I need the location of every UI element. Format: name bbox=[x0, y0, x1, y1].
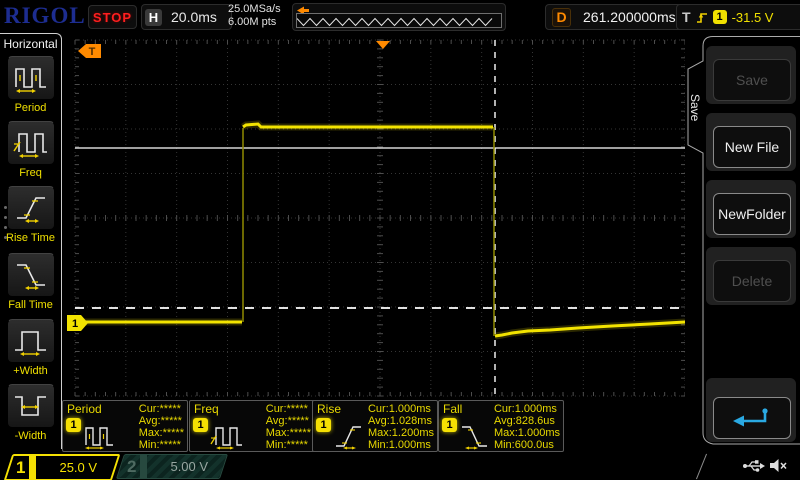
trigger-delay-value: 261.200000ms bbox=[583, 9, 676, 25]
softkey-slot: NewFolder bbox=[706, 180, 796, 238]
svg-text:T: T bbox=[89, 46, 96, 58]
sidebar-item-label: Rise Time bbox=[0, 232, 61, 244]
run-state-label: STOP bbox=[93, 10, 132, 25]
channel1-scale: 25.0 V bbox=[59, 460, 105, 475]
preview-waveform-strip bbox=[296, 13, 502, 28]
measurement-name: Fall bbox=[443, 402, 462, 416]
channel2-tab[interactable]: 2 5.00 V bbox=[116, 454, 228, 479]
waveform-display: TT1 bbox=[62, 33, 702, 450]
sidebar-item-label: Fall Time bbox=[0, 299, 61, 311]
speaker-muted-icon[interactable] bbox=[768, 457, 788, 474]
measurement-cell-rise[interactable]: Rise 1 Cur:1.000ms Avg:1.028ms Max:1.200… bbox=[312, 400, 438, 452]
trigger-badge: T bbox=[682, 9, 691, 25]
measurement-source-badge: 1 bbox=[66, 418, 81, 432]
sidebar-item-fall-time[interactable]: Fall Time bbox=[0, 253, 61, 311]
run-state-indicator: STOP bbox=[88, 5, 137, 29]
trigger-info-box[interactable]: T 1 -31.5 V bbox=[676, 4, 800, 30]
new-folder-button[interactable]: NewFolder bbox=[713, 193, 791, 235]
delay-badge: D bbox=[552, 8, 571, 27]
measurement-stats: Cur:1.000ms Avg:1.028ms Max:1.200ms Min:… bbox=[368, 403, 434, 451]
sidebar-item-label: -Width bbox=[0, 430, 61, 442]
softkey-slot: Delete bbox=[706, 247, 796, 305]
measurement-name: Freq bbox=[194, 402, 219, 416]
softkey-slot: Save bbox=[706, 46, 796, 104]
trigger-delay-marker bbox=[376, 41, 390, 49]
sidebar-item-label: +Width bbox=[0, 365, 61, 377]
neg-width-icon bbox=[13, 390, 49, 422]
channel2-number: 2 bbox=[121, 457, 140, 477]
period-icon bbox=[13, 62, 49, 94]
measurement-stats: Cur:***** Avg:***** Max:***** Min:***** bbox=[139, 403, 184, 451]
delete-button[interactable]: Delete bbox=[713, 260, 791, 302]
measurement-stats: Cur:1.000ms Avg:828.6us Max:1.000ms Min:… bbox=[494, 403, 560, 451]
sidebar-item-period[interactable]: Period bbox=[0, 56, 61, 114]
trigger-source-badge: 1 bbox=[713, 10, 727, 24]
rigol-logo: RIGOL bbox=[4, 3, 86, 29]
trigger-level-value: -31.5 V bbox=[732, 10, 774, 25]
fall-time-icon bbox=[459, 422, 493, 450]
rise-time-icon bbox=[333, 422, 367, 450]
sidebar-item-label: Freq bbox=[0, 167, 61, 179]
waveform-preview-box[interactable] bbox=[292, 3, 506, 31]
timebase-value: 20.0ms bbox=[171, 9, 217, 25]
softkey-slot bbox=[706, 378, 796, 442]
status-divider bbox=[696, 454, 707, 479]
rising-edge-icon bbox=[696, 11, 708, 24]
measurement-stats: Cur:***** Avg:***** Max:***** Min:***** bbox=[266, 403, 311, 451]
pos-width-icon bbox=[13, 325, 49, 357]
period-icon bbox=[83, 422, 117, 450]
channel2-scale: 5.00 V bbox=[170, 459, 216, 474]
measurement-cell-freq[interactable]: Freq 1 Cur:***** Avg:***** Max:***** Min… bbox=[189, 400, 315, 452]
measurement-cell-fall[interactable]: Fall 1 Cur:1.000ms Avg:828.6us Max:1.000… bbox=[438, 400, 564, 452]
sidebar-item-rise-time[interactable]: Rise Time bbox=[0, 186, 61, 244]
measurement-source-badge: 1 bbox=[193, 418, 208, 432]
sidebar-item-freq[interactable]: Freq bbox=[0, 121, 61, 179]
measure-category-title: Horizontal bbox=[0, 34, 61, 51]
freq-icon bbox=[210, 422, 244, 450]
measurement-name: Rise bbox=[317, 402, 341, 416]
new-file-button[interactable]: New File bbox=[713, 126, 791, 168]
channel1-level-marker: 1 bbox=[67, 315, 88, 331]
menu-page-indicator bbox=[4, 199, 7, 246]
horizontal-badge: H bbox=[145, 9, 162, 26]
sidebar-item-pos-width[interactable]: +Width bbox=[0, 319, 61, 377]
tab-divider bbox=[29, 456, 36, 479]
save-button[interactable]: Save bbox=[713, 59, 791, 101]
return-arrow-icon bbox=[730, 406, 774, 430]
save-menu-panel: Save Save New File NewFolder Delete bbox=[685, 33, 800, 448]
sidebar-item-neg-width[interactable]: -Width bbox=[0, 384, 61, 442]
measurement-cell-period[interactable]: Period 1 Cur:***** Avg:***** Max:***** M… bbox=[62, 400, 188, 452]
top-status-bar: RIGOL STOP H 20.0ms 25.0MSa/s 6.00M pts … bbox=[0, 0, 800, 33]
channel1-number: 1 bbox=[10, 458, 29, 478]
sample-rate: 25.0MSa/s bbox=[228, 3, 281, 16]
tab-divider bbox=[140, 455, 147, 478]
measure-sidebar: Horizontal Period Freq bbox=[0, 33, 62, 449]
trigger-delay-box[interactable]: D 261.200000ms bbox=[545, 4, 683, 30]
oscilloscope-screen: RIGOL STOP H 20.0ms 25.0MSa/s 6.00M pts … bbox=[0, 0, 800, 480]
fall-time-icon bbox=[13, 259, 49, 291]
measurement-name: Period bbox=[67, 402, 102, 416]
channel1-tab[interactable]: 1 25.0 V bbox=[4, 454, 121, 480]
back-button[interactable] bbox=[713, 397, 791, 439]
measurement-source-badge: 1 bbox=[442, 418, 457, 432]
rise-time-icon bbox=[13, 192, 49, 224]
svg-text:1: 1 bbox=[72, 318, 78, 330]
menu-tab-title: Save bbox=[688, 73, 702, 143]
usb-icon bbox=[742, 458, 766, 474]
acquisition-info: 25.0MSa/s 6.00M pts bbox=[228, 3, 281, 29]
channel-status-bar: 1 25.0 V 2 5.00 V bbox=[0, 452, 800, 480]
softkey-slot: New File bbox=[706, 113, 796, 171]
trigger-position-marker: T bbox=[78, 44, 101, 58]
measurement-source-badge: 1 bbox=[316, 418, 331, 432]
measurement-results-bar: Period 1 Cur:***** Avg:***** Max:***** M… bbox=[62, 399, 700, 452]
memory-depth: 6.00M pts bbox=[228, 16, 281, 29]
timebase-box[interactable]: H 20.0ms bbox=[141, 4, 232, 30]
freq-icon bbox=[13, 127, 49, 159]
sidebar-item-label: Period bbox=[0, 102, 61, 114]
